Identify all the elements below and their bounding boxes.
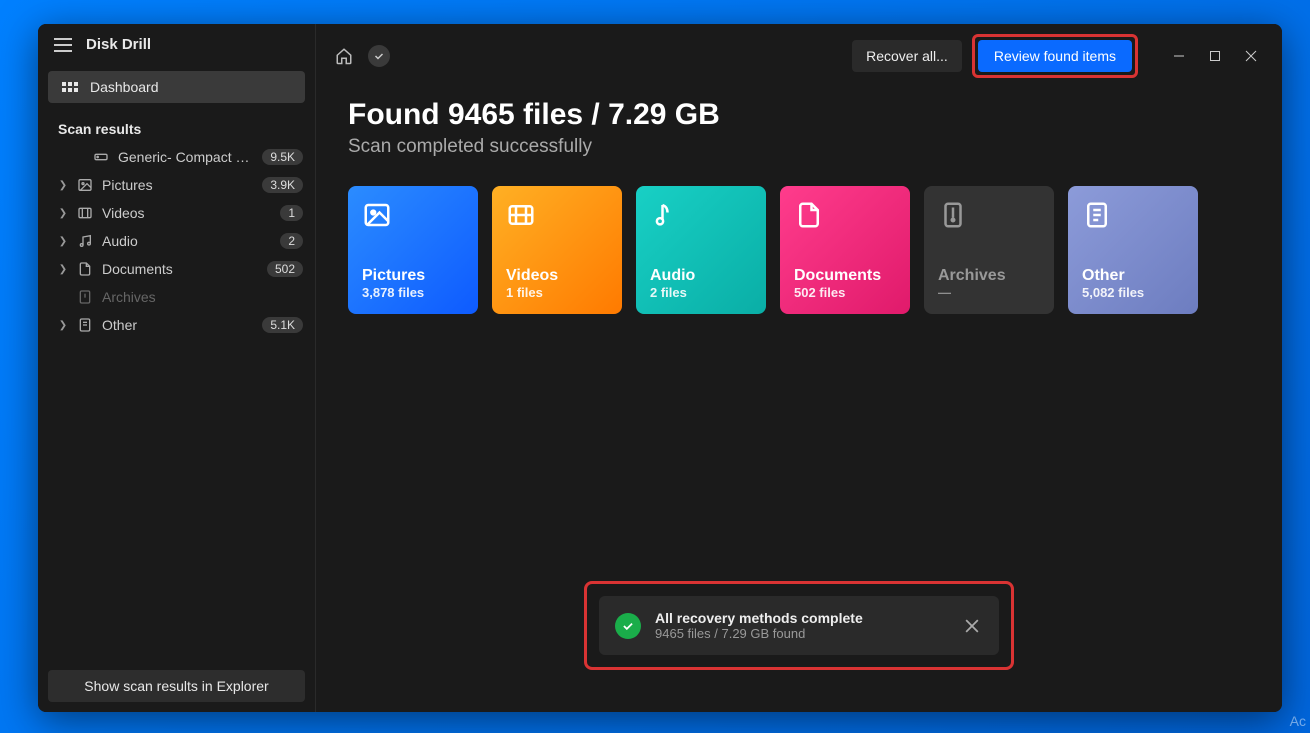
toast-sub: 9465 files / 7.29 GB found — [655, 626, 947, 641]
drive-icon — [92, 149, 110, 165]
card-title: Pictures — [362, 267, 464, 285]
card-title: Videos — [506, 267, 608, 285]
card-title: Archives — [938, 267, 1040, 285]
close-button[interactable] — [1234, 42, 1268, 70]
main-panel: Recover all... Review found items Found … — [316, 24, 1282, 712]
sidebar-item-pictures[interactable]: ❯ Pictures 3.9K — [38, 171, 315, 199]
sidebar-header: Disk Drill — [38, 24, 315, 65]
recover-all-button[interactable]: Recover all... — [852, 40, 962, 72]
menu-icon[interactable] — [54, 38, 72, 52]
content-area: Found 9465 files / 7.29 GB Scan complete… — [316, 88, 1282, 324]
topbar: Recover all... Review found items — [316, 24, 1282, 88]
toast-wrapper: All recovery methods complete 9465 files… — [584, 581, 1014, 670]
sidebar-item-label: Pictures — [102, 177, 254, 193]
card-title: Other — [1082, 267, 1184, 285]
sidebar-item-label: Audio — [102, 233, 272, 249]
sidebar-item-videos[interactable]: ❯ Videos 1 — [38, 199, 315, 227]
check-icon — [615, 613, 641, 639]
card-sub: 502 files — [794, 285, 896, 300]
check-status-icon[interactable] — [368, 45, 390, 67]
app-title: Disk Drill — [86, 36, 151, 53]
dashboard-button[interactable]: Dashboard — [48, 71, 305, 103]
card-audio[interactable]: Audio2 files — [636, 186, 766, 314]
dashboard-label: Dashboard — [90, 79, 159, 95]
doc-icon — [794, 200, 896, 230]
sidebar-item-audio[interactable]: ❯ Audio 2 — [38, 227, 315, 255]
card-sub: 1 files — [506, 285, 608, 300]
card-other[interactable]: Other5,082 files — [1068, 186, 1198, 314]
review-highlight: Review found items — [972, 34, 1138, 78]
grid-icon — [62, 82, 78, 92]
sidebar-item-label: Videos — [102, 205, 272, 221]
sidebar-item-label: Other — [102, 317, 254, 333]
chevron-right-icon: ❯ — [58, 180, 68, 191]
count-badge: 2 — [280, 233, 303, 249]
sidebar-item-label: Generic- Compact Flash... — [118, 149, 254, 165]
image-icon — [362, 200, 464, 230]
other-icon — [1082, 200, 1184, 230]
sidebar-tree: Generic- Compact Flash... 9.5K ❯ Pictures 3.… — [38, 143, 315, 339]
page-title: Found 9465 files / 7.29 GB — [348, 98, 1250, 132]
window-controls — [1162, 42, 1268, 70]
sidebar-item-archives: Archives — [38, 283, 315, 311]
count-badge: 5.1K — [262, 317, 303, 333]
count-badge: 9.5K — [262, 149, 303, 165]
sidebar-item-documents[interactable]: ❯ Documents 502 — [38, 255, 315, 283]
card-videos[interactable]: Videos1 files — [492, 186, 622, 314]
sidebar-footer: Show scan results in Explorer — [38, 660, 315, 712]
sidebar-item-label: Documents — [102, 261, 259, 277]
count-badge: 3.9K — [262, 177, 303, 193]
page-subtitle: Scan completed successfully — [348, 136, 1250, 158]
card-title: Audio — [650, 267, 752, 285]
toast-highlight: All recovery methods complete 9465 files… — [584, 581, 1014, 670]
card-pictures[interactable]: Pictures3,878 files — [348, 186, 478, 314]
home-button[interactable] — [330, 42, 358, 70]
audio-icon — [76, 233, 94, 249]
sidebar-item-other[interactable]: ❯ Other 5.1K — [38, 311, 315, 339]
minimize-button[interactable] — [1162, 42, 1196, 70]
scan-results-label: Scan results — [38, 109, 315, 143]
archive-icon — [76, 289, 94, 305]
sidebar: Disk Drill Dashboard Scan results Generi… — [38, 24, 316, 712]
card-sub: 2 files — [650, 285, 752, 300]
watermark-text: Ac — [1290, 713, 1306, 729]
card-sub: 5,082 files — [1082, 285, 1184, 300]
review-found-items-button[interactable]: Review found items — [978, 40, 1132, 72]
app-window: Disk Drill Dashboard Scan results Generi… — [38, 24, 1282, 712]
toast-title: All recovery methods complete — [655, 610, 947, 626]
audio-icon — [650, 200, 752, 230]
card-documents[interactable]: Documents502 files — [780, 186, 910, 314]
archive-icon — [938, 200, 1040, 230]
chevron-right-icon: ❯ — [58, 320, 68, 331]
card-sub: 3,878 files — [362, 285, 464, 300]
maximize-button[interactable] — [1198, 42, 1232, 70]
chevron-right-icon: ❯ — [58, 208, 68, 219]
toast-close-button[interactable] — [961, 615, 983, 637]
chevron-right-icon: ❯ — [58, 264, 68, 275]
card-sub: — — [938, 285, 1040, 300]
card-title: Documents — [794, 267, 896, 285]
toast-text: All recovery methods complete 9465 files… — [655, 610, 947, 641]
doc-icon — [76, 261, 94, 277]
count-badge: 1 — [280, 205, 303, 221]
sidebar-item-generic-compact-flash-[interactable]: Generic- Compact Flash... 9.5K — [38, 143, 315, 171]
sidebar-item-label: Archives — [102, 289, 303, 305]
count-badge: 502 — [267, 261, 303, 277]
chevron-right-icon: ❯ — [58, 236, 68, 247]
show-in-explorer-button[interactable]: Show scan results in Explorer — [48, 670, 305, 702]
video-icon — [76, 205, 94, 221]
other-icon — [76, 317, 94, 333]
video-icon — [506, 200, 608, 230]
completion-toast: All recovery methods complete 9465 files… — [599, 596, 999, 655]
image-icon — [76, 177, 94, 193]
category-cards: Pictures3,878 filesVideos1 filesAudio2 f… — [348, 186, 1250, 314]
card-archives[interactable]: Archives— — [924, 186, 1054, 314]
